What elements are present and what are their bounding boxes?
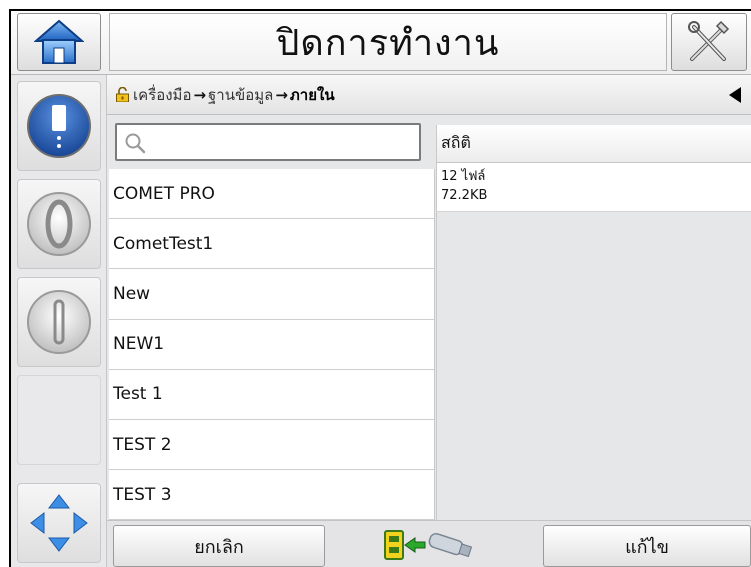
list-item[interactable]: NEW1 bbox=[109, 319, 434, 370]
stats-panel: 12 ไฟล์ 72.2KB bbox=[436, 163, 751, 212]
search-input[interactable] bbox=[115, 123, 421, 161]
stats-file-count: 12 ไฟล์ bbox=[441, 169, 486, 184]
sidebar-item-start[interactable] bbox=[17, 179, 101, 269]
footer-bar: ยกเลิก แก้ไข bbox=[107, 520, 751, 567]
edit-button[interactable]: แก้ไข bbox=[543, 525, 751, 567]
list-item[interactable]: TEST 2 bbox=[109, 419, 434, 471]
stats-size: 72.2KB bbox=[441, 188, 488, 203]
tools-icon bbox=[688, 20, 730, 61]
list-item[interactable]: COMET PRO bbox=[109, 169, 434, 220]
home-button[interactable] bbox=[17, 13, 101, 71]
breadcrumb-item-tools[interactable]: เครื่องมือ bbox=[133, 83, 191, 107]
ink-icon bbox=[27, 94, 91, 158]
header: ปิดการทำงาน bbox=[11, 11, 751, 75]
page-title: ปิดการทำงาน bbox=[276, 22, 500, 64]
breadcrumb-item-internal: ภายใน bbox=[289, 85, 335, 104]
list-item[interactable]: Test 1 bbox=[109, 369, 434, 420]
breadcrumb-separator: → bbox=[275, 85, 288, 104]
navigation-button[interactable] bbox=[17, 483, 101, 563]
search-icon bbox=[125, 133, 146, 154]
collapse-arrow-icon[interactable] bbox=[729, 87, 741, 103]
list-item[interactable]: CometTest1 bbox=[109, 219, 434, 270]
list-item[interactable]: New bbox=[109, 269, 434, 320]
cancel-button[interactable]: ยกเลิก bbox=[113, 525, 325, 567]
stats-header: สถิติ bbox=[436, 125, 751, 163]
start-icon bbox=[27, 192, 91, 256]
stop-icon bbox=[27, 290, 91, 354]
sidebar-item-empty bbox=[17, 375, 101, 465]
usb-transfer-icon bbox=[384, 530, 473, 560]
tools-button[interactable] bbox=[671, 13, 747, 71]
sidebar-item-stop[interactable] bbox=[17, 277, 101, 367]
lock-icon bbox=[116, 87, 129, 102]
title-box: ปิดการทำงาน bbox=[109, 13, 667, 71]
file-list: COMET PRO CometTest1 New NEW1 Test 1 TES… bbox=[109, 169, 435, 521]
home-icon bbox=[34, 19, 84, 64]
breadcrumb-separator: → bbox=[193, 85, 207, 104]
stats-empty-area bbox=[436, 212, 751, 520]
breadcrumb-item-database[interactable]: ฐานข้อมูล bbox=[208, 83, 273, 107]
list-item[interactable]: TEST 3 bbox=[109, 470, 434, 521]
sidebar-item-ink[interactable] bbox=[17, 81, 101, 171]
breadcrumb: เครื่องมือ → ฐานข้อมูล → ภายใน bbox=[107, 75, 751, 115]
usb-transfer-button[interactable] bbox=[379, 527, 479, 563]
sidebar bbox=[11, 75, 107, 567]
navigation-icon bbox=[30, 494, 88, 552]
app-frame: ปิดการทำงาน เครื่องมือ → ฐานข้อมูล → ภาย… bbox=[9, 9, 751, 567]
